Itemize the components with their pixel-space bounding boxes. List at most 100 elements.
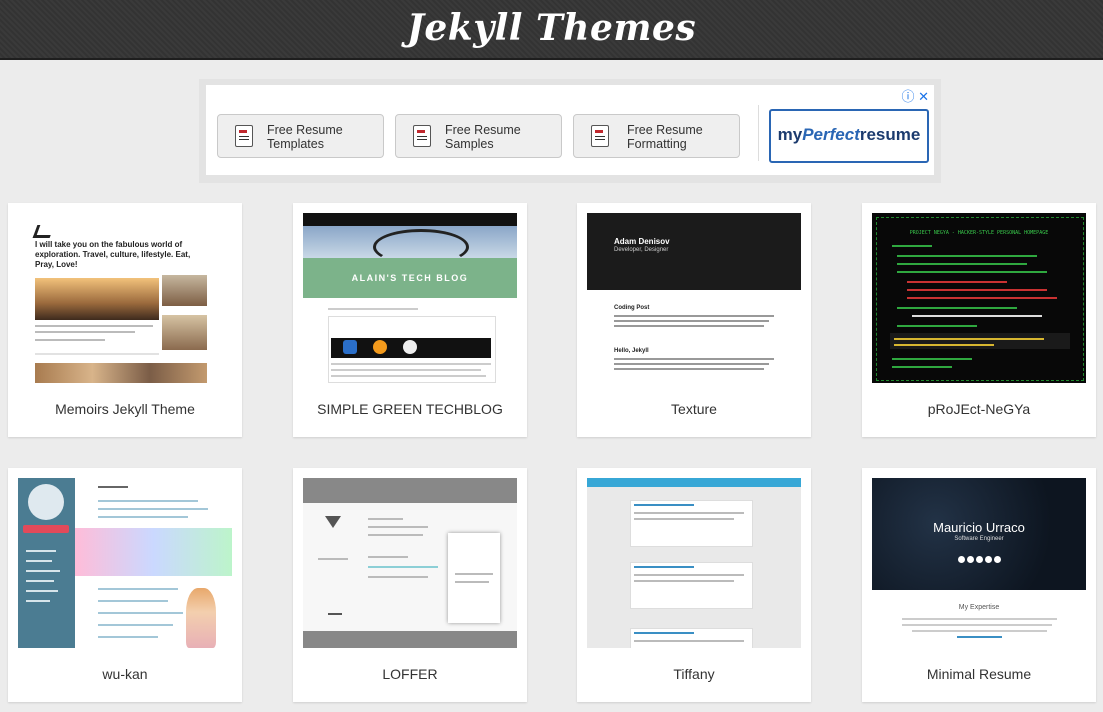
- theme-card-wu-kan[interactable]: wu-kan: [8, 468, 242, 702]
- preview-text-line: [912, 315, 1042, 317]
- preview-text-line: [634, 512, 744, 514]
- logo-text-my: my: [777, 125, 803, 144]
- preview-navbar: [587, 478, 801, 487]
- preview-social-icons: [872, 550, 1086, 568]
- theme-card-tiffany[interactable]: Tiffany: [577, 468, 811, 702]
- preview-text-line: [98, 516, 188, 518]
- theme-name[interactable]: LOFFER: [293, 644, 527, 702]
- theme-name[interactable]: pRoJEct-NeGYa: [862, 379, 1096, 437]
- theme-preview[interactable]: PROJECT NEGYA - HACKER-STYLE PERSONAL HO…: [872, 213, 1086, 383]
- theme-preview[interactable]: Mauricio Urraco Software Engineer My Exp…: [872, 478, 1086, 648]
- ad-button-label-line1: Free Resume: [627, 123, 703, 137]
- ad-close-icon[interactable]: ✕: [918, 89, 929, 104]
- preview-text-line: [98, 500, 198, 502]
- site-title[interactable]: Jekyll Themes: [0, 0, 1103, 56]
- ad-button-label-line2: Samples: [445, 137, 494, 151]
- preview-text-line: [368, 526, 428, 528]
- preview-text-line: [368, 556, 408, 558]
- document-icon: [591, 125, 609, 147]
- preview-author: Adam Denisov: [614, 237, 670, 246]
- theme-name[interactable]: Memoirs Jekyll Theme: [8, 379, 242, 437]
- preview-text-line: [455, 573, 493, 575]
- preview-post: [630, 500, 753, 547]
- ad-button-label-line2: Templates: [267, 137, 324, 151]
- ad-button-resume-templates[interactable]: Free Resume Templates: [217, 114, 384, 158]
- preview-text-line: [26, 550, 56, 552]
- theme-preview[interactable]: Adam Denisov Developer, Designer Coding …: [587, 213, 801, 383]
- preview-text-line: [634, 640, 744, 642]
- preview-text-line: [35, 339, 105, 341]
- theme-preview[interactable]: [18, 478, 232, 648]
- preview-text-line: [892, 358, 972, 360]
- preview-text-line: [98, 624, 173, 626]
- preview-text-line: [614, 358, 774, 360]
- theme-card-texture[interactable]: Adam Denisov Developer, Designer Coding …: [577, 203, 811, 437]
- preview-text-line: [907, 281, 1007, 283]
- preview-text-line: [634, 518, 734, 520]
- preview-text-line: [614, 368, 764, 370]
- preview-text-line: [98, 508, 208, 510]
- theme-card-project-negya[interactable]: PROJECT NEGYA - HACKER-STYLE PERSONAL HO…: [862, 203, 1096, 437]
- preview-headline: I will take you on the fabulous world of…: [35, 240, 191, 269]
- preview-text-line: [368, 534, 423, 536]
- preview-post: [630, 562, 753, 609]
- preview-text-line: [912, 630, 1047, 632]
- preview-text-line: [26, 600, 50, 602]
- myperfectresume-logo[interactable]: myPerfectresume: [769, 109, 929, 163]
- logo-text-resume: resume: [859, 125, 921, 144]
- ad-button-resume-formatting[interactable]: Free Resume Formatting: [573, 114, 740, 158]
- preview-text-line: [634, 566, 694, 568]
- preview-text-line: [368, 576, 428, 578]
- ad-info-icon[interactable]: ⓘ: [901, 89, 914, 104]
- preview-text-line: [26, 590, 58, 592]
- document-icon: [235, 125, 253, 147]
- preview-photo: [162, 275, 207, 306]
- social-icon: [966, 556, 974, 563]
- preview-text-line: [902, 618, 1057, 620]
- preview-text-line: [897, 325, 977, 327]
- preview-code-block: [890, 333, 1070, 349]
- preview-logo-icon: [343, 340, 357, 354]
- theme-preview[interactable]: [303, 478, 517, 648]
- preview-text-line: [98, 636, 158, 638]
- social-icon: [957, 556, 965, 563]
- theme-preview[interactable]: I will take you on the fabulous world of…: [18, 213, 232, 383]
- preview-person-name: Mauricio Urraco: [933, 520, 1025, 535]
- preview-text-line: [892, 245, 932, 247]
- social-icon: [993, 556, 1001, 563]
- theme-card-memoirs[interactable]: I will take you on the fabulous world of…: [8, 203, 242, 437]
- theme-preview[interactable]: [587, 478, 801, 648]
- logo-text-perfect: Perfect: [802, 125, 860, 144]
- preview-badge: [23, 525, 69, 533]
- preview-text-line: [614, 315, 774, 317]
- theme-card-simple-green-techblog[interactable]: ALAIN'S TECH BLOG SIMPLE GREEN TECHBLOG: [293, 203, 527, 437]
- ad-button-label-line1: Free Resume: [445, 123, 521, 137]
- ad-controls: ⓘ ✕: [901, 86, 929, 105]
- theme-card-minimal-resume[interactable]: Mauricio Urraco Software Engineer My Exp…: [862, 468, 1096, 702]
- theme-name[interactable]: Tiffany: [577, 644, 811, 702]
- theme-preview[interactable]: ALAIN'S TECH BLOG: [303, 213, 517, 383]
- preview-text-line: [902, 624, 1052, 626]
- theme-name[interactable]: wu-kan: [8, 644, 242, 702]
- theme-name[interactable]: Texture: [577, 379, 811, 437]
- preview-text-line: [614, 320, 769, 322]
- preview-rainbow-banner: [75, 528, 232, 576]
- preview-text-line: [331, 375, 486, 377]
- preview-text-line: [331, 363, 491, 365]
- theme-name[interactable]: Minimal Resume: [862, 644, 1096, 702]
- theme-card-loffer[interactable]: LOFFER: [293, 468, 527, 702]
- preview-text-line: [331, 369, 481, 371]
- preview-text-line: [957, 636, 1002, 638]
- preview-text-line: [98, 600, 168, 602]
- ad-button-label: Free Resume Samples: [445, 123, 521, 151]
- document-icon: [413, 125, 431, 147]
- preview-text-line: [26, 570, 60, 572]
- preview-text-line: [897, 271, 1047, 273]
- preview-text-line: [894, 338, 1044, 340]
- preview-text-line: [98, 588, 178, 590]
- theme-name[interactable]: SIMPLE GREEN TECHBLOG: [293, 379, 527, 437]
- preview-photo: [35, 278, 159, 320]
- preview-text-line: [634, 574, 744, 576]
- preview-text-line: [35, 331, 135, 333]
- ad-button-resume-samples[interactable]: Free Resume Samples: [395, 114, 562, 158]
